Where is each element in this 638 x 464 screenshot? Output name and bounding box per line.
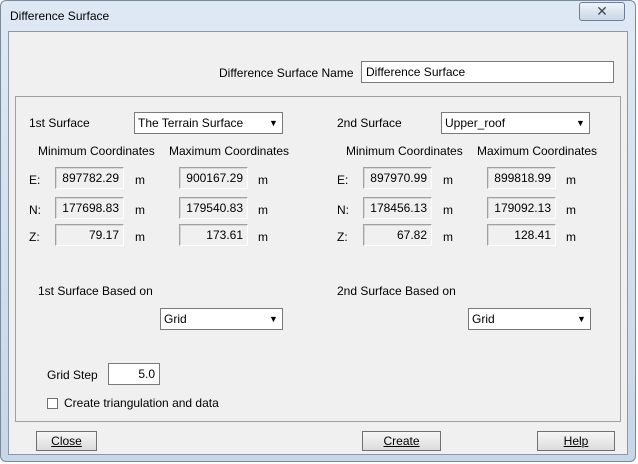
unit-label: m [258,173,268,187]
chevron-down-icon: ▼ [269,314,278,324]
surface1-n-max: 179540.83 [179,197,248,219]
surface2-select[interactable]: Upper_roof ▼ [441,112,590,134]
grid-step-input[interactable]: 5.0 [108,363,160,385]
surface1-n-label: N: [29,203,41,217]
unit-label: m [443,203,453,217]
surface2-z-min: 67.82 [363,224,432,246]
surface1-z-min: 79.17 [55,224,124,246]
surface1-z-max: 173.61 [179,224,248,246]
surface2-e-label: E: [337,173,349,187]
surface1-min-header: Minimum Coordinates [38,144,155,158]
triangulation-label: Create triangulation and data [64,396,219,410]
unit-label: m [566,203,576,217]
surface1-based-on-value: Grid [164,312,187,326]
title-bar[interactable]: Difference Surface ✕ [1,1,635,31]
surface2-based-on-value: Grid [472,312,495,326]
surface1-max-header: Maximum Coordinates [169,144,290,158]
unit-label: m [443,230,453,244]
unit-label: m [135,230,145,244]
chevron-down-icon: ▼ [577,314,586,324]
surface1-based-on-select[interactable]: Grid ▼ [160,308,283,330]
surface2-max-header: Maximum Coordinates [477,144,598,158]
help-button-label: Help [563,434,589,448]
close-icon: ✕ [596,3,608,19]
surface1-n-min: 177698.83 [55,197,124,219]
surface1-e-min: 897782.29 [55,167,124,189]
unit-label: m [566,230,576,244]
surface2-n-label: N: [337,203,349,217]
help-button[interactable]: Help [537,431,615,451]
surface2-select-value: Upper_roof [445,116,506,130]
create-button[interactable]: Create [362,431,441,451]
surface1-select[interactable]: The Terrain Surface ▼ [134,112,283,134]
surface2-e-max: 899818.99 [487,167,556,189]
surface2-based-on-label: 2nd Surface Based on [337,284,456,298]
surface2-z-max: 128.41 [487,224,556,246]
surface2-n-min: 178456.13 [363,197,432,219]
surface1-select-value: The Terrain Surface [138,116,244,130]
unit-label: m [135,173,145,187]
close-button[interactable]: Close [36,431,97,451]
unit-label: m [566,173,576,187]
unit-label: m [443,173,453,187]
close-button-label: Close [51,434,82,448]
surface2-label: 2nd Surface [337,116,402,130]
triangulation-checkbox[interactable] [47,398,58,409]
unit-label: m [258,230,268,244]
grid-step-label: Grid Step [47,368,98,382]
surface2-n-max: 179092.13 [487,197,556,219]
surface2-e-min: 897970.99 [363,167,432,189]
dialog-client-area: Difference Surface Name Difference Surfa… [8,31,628,455]
surface2-min-header: Minimum Coordinates [346,144,463,158]
chevron-down-icon: ▼ [269,118,278,128]
surface2-z-label: Z: [337,230,348,244]
surface1-label: 1st Surface [29,116,90,130]
surface-name-input[interactable]: Difference Surface [361,61,614,83]
chevron-down-icon: ▼ [576,118,585,128]
surface1-e-label: E: [29,173,41,187]
surface1-based-on-label: 1st Surface Based on [38,284,153,298]
difference-surface-dialog: Difference Surface ✕ Difference Surface … [0,0,636,462]
surface1-e-max: 900167.29 [179,167,248,189]
window-title: Difference Surface [10,9,110,23]
create-button-label: Create [383,434,420,448]
surface2-based-on-select[interactable]: Grid ▼ [468,308,591,330]
unit-label: m [135,203,145,217]
surface-name-label: Difference Surface Name [219,66,354,80]
surface1-z-label: Z: [29,230,40,244]
window-close-button[interactable]: ✕ [579,2,625,21]
unit-label: m [258,203,268,217]
